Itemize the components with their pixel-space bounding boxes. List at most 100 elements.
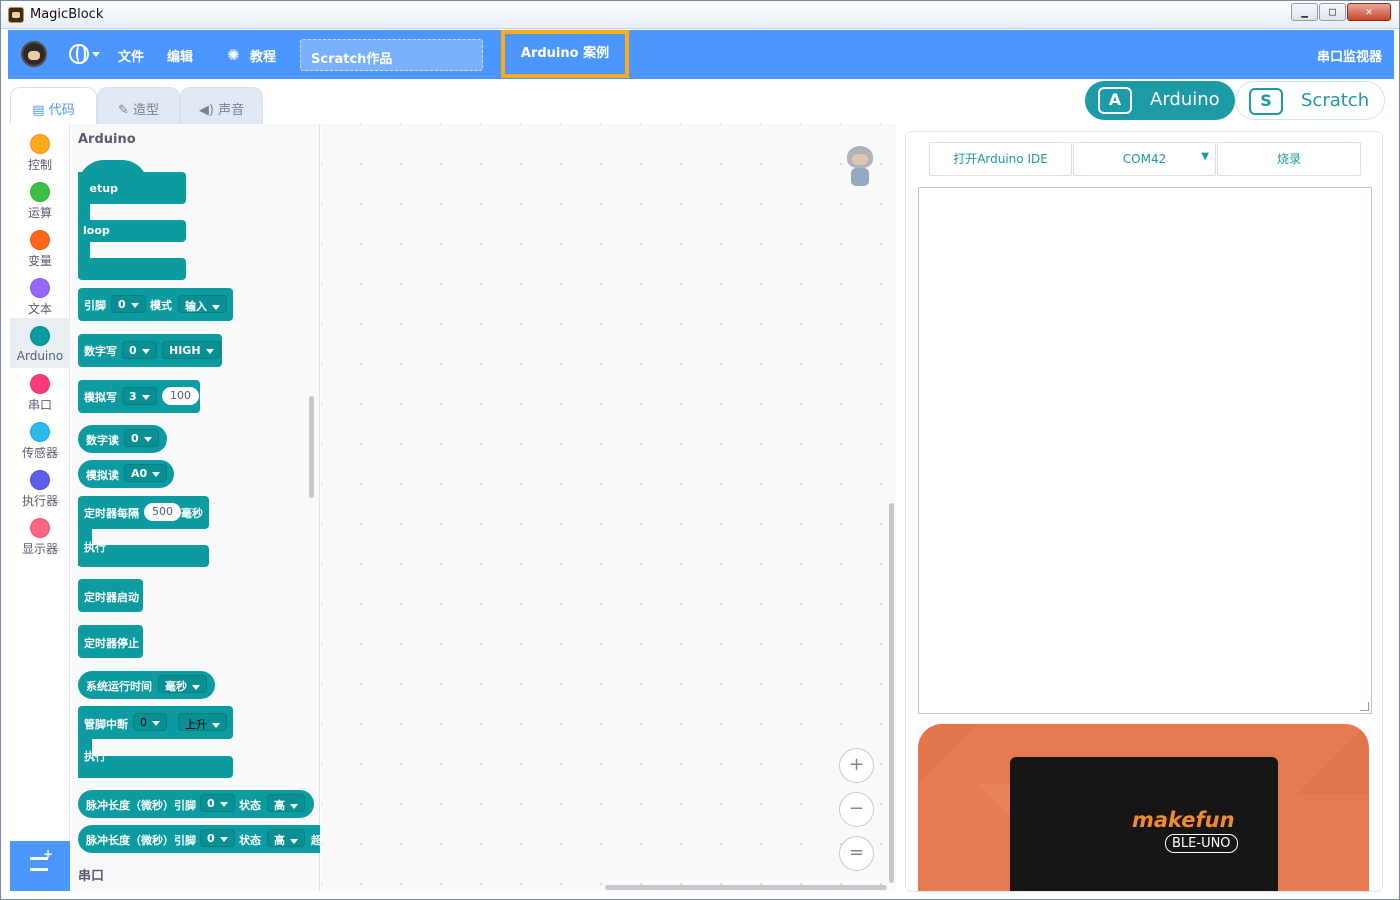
pattern-triangle <box>918 724 978 784</box>
category-control[interactable]: 控制 <box>10 128 70 176</box>
arduino-case-button[interactable]: Arduino 案例 <box>501 30 629 78</box>
block-digital-read[interactable]: 数字读 0 <box>78 425 167 453</box>
pin-dropdown[interactable]: 0 <box>124 429 159 447</box>
block-digital-write[interactable]: 数字写 0 HIGH <box>78 334 222 367</box>
tab-sounds[interactable]: ◀) 声音 <box>180 87 263 125</box>
port-select-value: COM42 <box>1122 152 1167 166</box>
block-text: 定时器启动 <box>84 591 139 604</box>
extension-icon <box>30 847 53 871</box>
block-text: 状态 <box>239 799 261 812</box>
app-logo-icon <box>8 7 24 23</box>
close-button[interactable]: ✕ <box>1347 3 1391 21</box>
category-menu: 控制 运算 变量 文本 Arduino 串口 传感器 执行器 显示器 <box>10 124 70 841</box>
lightbulb-icon: ✺ <box>227 46 240 64</box>
palette-scrollbar[interactable] <box>309 396 314 498</box>
port-select[interactable]: COM42 ▼ <box>1073 142 1216 176</box>
block-pin-mode[interactable]: 引脚 0 模式 输入 <box>78 288 233 321</box>
block-text: 模式 <box>150 299 172 312</box>
pin-dropdown[interactable]: 3 <box>122 387 157 405</box>
add-extension-button[interactable] <box>10 841 70 891</box>
block-pulse-length-timeout[interactable]: 脉冲长度（微秒）引脚 0 状态 高 超 <box>78 825 320 854</box>
scratch-mode-button[interactable]: S Scratch <box>1235 81 1385 120</box>
serial-monitor-button[interactable]: 串口监视器 <box>1317 46 1382 65</box>
block-analog-read[interactable]: 模拟读 A0 <box>78 460 174 488</box>
category-arduino[interactable]: Arduino <box>10 318 70 368</box>
level-dropdown[interactable]: HIGH <box>162 341 221 359</box>
block-setup-loop[interactable]: setup loop <box>78 160 186 280</box>
category-sensors[interactable]: 传感器 <box>10 416 70 464</box>
window-controls: ▁ □ ✕ <box>1290 3 1391 21</box>
language-globe-icon[interactable] <box>69 44 89 64</box>
block-text: 定时器停止 <box>84 637 139 650</box>
state-dropdown[interactable]: 高 <box>267 829 305 847</box>
category-operators[interactable]: 运算 <box>10 176 70 224</box>
category-displays[interactable]: 显示器 <box>10 512 70 560</box>
pin-dropdown[interactable]: 0 <box>133 713 167 731</box>
block-timer-every[interactable]: 定时器每隔 500 毫秒 执行 <box>78 496 209 567</box>
category-actuators[interactable]: 执行器 <box>10 464 70 512</box>
unit-dropdown[interactable]: 毫秒 <box>158 675 207 693</box>
zoom-out-icon: − <box>848 798 865 819</box>
zoom-reset-button[interactable]: = <box>839 836 874 871</box>
category-text[interactable]: 文本 <box>10 272 70 320</box>
pin-dropdown[interactable]: 0 <box>200 794 235 812</box>
value-input[interactable]: 100 <box>162 387 199 405</box>
minimize-button[interactable]: ▁ <box>1291 3 1318 21</box>
window-title: MagicBlock <box>30 7 104 22</box>
block-text: 执行 <box>84 541 106 554</box>
upload-button[interactable]: 烧录 <box>1217 142 1361 176</box>
scratch-mode-icon: S <box>1249 88 1283 115</box>
category-dot-icon <box>30 230 50 250</box>
pin-dropdown[interactable]: 0 <box>122 341 157 359</box>
setup-bar: setup <box>78 172 186 204</box>
block-pin-interrupt[interactable]: 管脚中断 0 上升 执行 <box>78 706 233 778</box>
workspace-vertical-scrollbar[interactable] <box>889 503 894 883</box>
block-timer-start[interactable]: 定时器启动 <box>78 579 143 612</box>
project-title-input[interactable]: Scratch作品 <box>300 39 483 71</box>
block-text: 模拟写 <box>84 391 117 404</box>
hat-bottom <box>78 258 186 280</box>
script-workspace[interactable] <box>321 124 896 891</box>
mascot-face <box>852 154 868 165</box>
block-text: 定时器每隔 <box>84 507 139 520</box>
tab-costumes[interactable]: ✎ 造型 <box>97 87 180 125</box>
edge-dropdown[interactable]: 上升 <box>178 713 227 731</box>
zoom-out-button[interactable]: − <box>839 792 874 827</box>
block-text: 超 <box>311 834 320 847</box>
menu-tutorial[interactable]: 教程 <box>250 46 276 65</box>
block-pulse-length[interactable]: 脉冲长度（微秒）引脚 0 状态 高 <box>78 790 314 818</box>
category-variables[interactable]: 变量 <box>10 224 70 272</box>
maximize-button[interactable]: □ <box>1319 3 1346 21</box>
category-label: 显示器 <box>21 542 58 556</box>
zoom-in-button[interactable]: + <box>839 748 874 783</box>
pin-dropdown[interactable]: A0 <box>124 464 168 482</box>
menu-bar: 文件 编辑 ✺ 教程 Scratch作品 Arduino 案例 串口监视器 <box>8 30 1394 79</box>
block-analog-write[interactable]: 模拟写 3 100 <box>78 380 200 413</box>
workspace-horizontal-scrollbar[interactable] <box>605 885 887 890</box>
block-text: 模拟读 <box>86 469 119 482</box>
category-dot-icon <box>30 326 50 346</box>
tab-sounds-label: 声音 <box>218 103 245 118</box>
block-timer-stop[interactable]: 定时器停止 <box>78 625 143 658</box>
interval-input[interactable]: 500 <box>144 503 181 521</box>
open-arduino-ide-button[interactable]: 打开Arduino IDE <box>929 142 1072 176</box>
category-serial[interactable]: 串口 <box>10 368 70 416</box>
pin-dropdown[interactable]: 0 <box>200 829 235 847</box>
category-dot-icon <box>30 134 50 154</box>
arduino-mode-icon: A <box>1098 87 1132 114</box>
state-dropdown[interactable]: 高 <box>267 794 305 812</box>
category-dot-icon <box>30 182 50 202</box>
menu-edit[interactable]: 编辑 <box>167 46 193 65</box>
title-bar: MagicBlock ▁ □ ✕ <box>1 1 1399 29</box>
block-system-runtime[interactable]: 系统运行时间 毫秒 <box>78 671 215 699</box>
mode-dropdown[interactable]: 输入 <box>178 295 227 313</box>
chevron-down-icon[interactable] <box>92 52 100 57</box>
generated-code-textarea[interactable] <box>918 187 1372 714</box>
category-label: 运算 <box>27 206 52 220</box>
menu-file[interactable]: 文件 <box>118 46 144 65</box>
board-model: BLE-UNO <box>1165 834 1238 853</box>
arduino-mode-button[interactable]: A Arduino <box>1085 81 1235 120</box>
pin-dropdown[interactable]: 0 <box>111 295 146 313</box>
tab-code[interactable]: ▤ 代码 <box>10 87 97 126</box>
block-text: 脉冲长度（微秒）引脚 <box>86 799 196 812</box>
